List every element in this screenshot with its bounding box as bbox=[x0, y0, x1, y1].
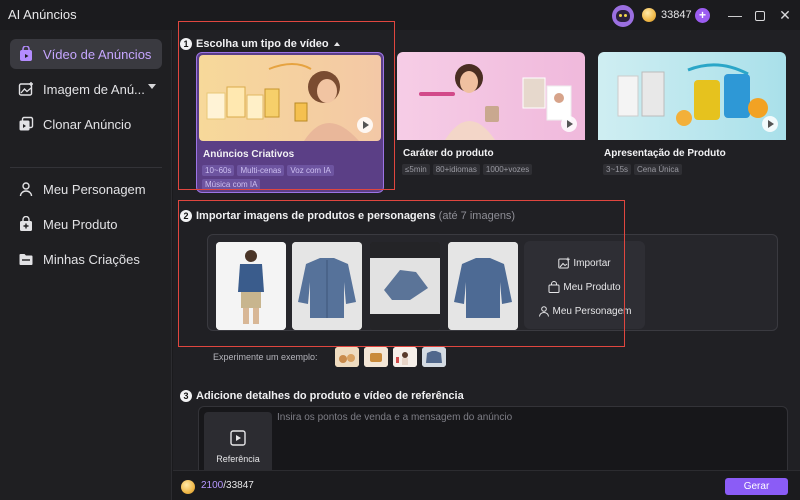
sidebar-item-my-product[interactable]: Meu Produto bbox=[10, 209, 162, 239]
chevron-down-icon[interactable] bbox=[148, 84, 156, 89]
sidebar-item-label: Imagem de Anú... bbox=[43, 81, 145, 97]
step-2-subtitle: (até 7 imagens) bbox=[438, 210, 516, 222]
step-2-title: Importar imagens de produtos e personage… bbox=[196, 210, 515, 222]
video-add-icon bbox=[230, 430, 246, 446]
card-tag: Cena Única bbox=[634, 164, 682, 175]
my-character-button[interactable]: Meu Personagem bbox=[524, 305, 645, 317]
credits-used: 2100 bbox=[201, 480, 224, 491]
card-thumbnail bbox=[598, 52, 786, 140]
sidebar-divider bbox=[10, 167, 162, 168]
card-tag: 1000+vozes bbox=[482, 164, 533, 175]
import-actions-panel: Importar Meu Produto Meu Personagem bbox=[524, 241, 645, 329]
credits-balance: 33847 bbox=[661, 9, 692, 21]
sidebar-item-video-ads[interactable]: Vídeo de Anúncios bbox=[10, 39, 162, 69]
folder-icon bbox=[18, 251, 34, 267]
video-type-card-product-character[interactable]: Caráter do produto ≤5min 80+idiomas 1000… bbox=[397, 52, 585, 193]
example-thumbnail[interactable] bbox=[335, 347, 359, 367]
sidebar-item-label: Vídeo de Anúncios bbox=[43, 46, 152, 62]
card-tag: ≤5min bbox=[402, 164, 430, 175]
title-bar: AI Anúncios 33847 + — ✕ bbox=[0, 0, 800, 30]
coin-icon bbox=[181, 480, 195, 494]
sidebar-item-ad-image[interactable]: Imagem de Anú... bbox=[10, 74, 162, 104]
credits-usage: 2100/33847 bbox=[201, 480, 254, 491]
maximize-button[interactable] bbox=[751, 6, 769, 24]
play-icon[interactable] bbox=[561, 116, 577, 132]
card-thumbnail bbox=[199, 55, 381, 141]
cat-avatar-icon bbox=[616, 10, 630, 22]
sidebar-item-label: Meu Produto bbox=[43, 216, 118, 232]
video-type-card-creative[interactable]: Anúncios Criativos 10~60s Multi-cenas Vo… bbox=[196, 52, 384, 193]
video-type-card-product-presentation[interactable]: Apresentação de Produto 3~15s Cena Única bbox=[598, 52, 786, 193]
examples-label: Experimente um exemplo: bbox=[213, 352, 318, 362]
uploaded-image-jacket-front[interactable] bbox=[292, 242, 362, 330]
step-1-number: 1 bbox=[180, 38, 192, 50]
card-tags: ≤5min 80+idiomas 1000+vozes bbox=[402, 164, 582, 175]
sidebar-item-label: Meu Personagem bbox=[43, 181, 146, 197]
step-1-title[interactable]: Escolha um tipo de vídeo bbox=[196, 38, 340, 50]
credits-total: /33847 bbox=[223, 480, 254, 491]
minimize-button[interactable]: — bbox=[726, 6, 744, 24]
my-product-button[interactable]: Meu Produto bbox=[524, 281, 645, 293]
video-bag-icon bbox=[18, 46, 34, 62]
import-label: Importar bbox=[573, 257, 611, 269]
card-title: Anúncios Criativos bbox=[203, 149, 295, 160]
example-thumbnail[interactable] bbox=[364, 347, 388, 367]
reference-video-button[interactable]: Referência bbox=[204, 412, 272, 474]
card-tags: 3~15s Cena Única bbox=[603, 164, 783, 175]
step-2-number: 2 bbox=[180, 210, 192, 222]
product-bag-icon bbox=[18, 216, 34, 232]
details-input-area[interactable]: Referência Insira os pontos de venda e a… bbox=[198, 406, 788, 476]
my-character-label: Meu Personagem bbox=[552, 305, 632, 317]
play-icon[interactable] bbox=[357, 117, 373, 133]
card-tag: 80+idiomas bbox=[432, 164, 480, 175]
card-title: Caráter do produto bbox=[403, 148, 494, 159]
example-thumbnail[interactable] bbox=[393, 347, 417, 367]
clone-icon bbox=[18, 116, 34, 132]
sidebar-item-clone-ad[interactable]: Clonar Anúncio bbox=[10, 109, 162, 139]
app-title: AI Anúncios bbox=[8, 7, 77, 22]
reference-label: Referência bbox=[216, 454, 260, 464]
coin-icon bbox=[642, 8, 656, 22]
uploaded-image-model[interactable] bbox=[216, 242, 286, 330]
uploaded-image-jacket-folded[interactable] bbox=[370, 242, 440, 330]
step-3-title: Adicione detalhes do produto e vídeo de … bbox=[196, 390, 464, 402]
sidebar: Vídeo de Anúncios Imagem de Anú... Clona… bbox=[0, 30, 172, 500]
bag-icon bbox=[548, 281, 560, 293]
person-icon bbox=[18, 181, 34, 197]
step-3-number: 3 bbox=[180, 390, 192, 402]
person-icon bbox=[538, 306, 549, 317]
import-button[interactable]: Importar bbox=[524, 257, 645, 269]
play-icon[interactable] bbox=[762, 116, 778, 132]
card-thumbnail bbox=[397, 52, 585, 140]
image-add-icon bbox=[18, 81, 34, 97]
selling-points-placeholder: Insira os pontos de venda e a mensagem d… bbox=[277, 412, 513, 423]
step-2-title-text: Importar imagens de produtos e personage… bbox=[196, 210, 436, 222]
maximize-icon bbox=[755, 11, 765, 22]
card-tag: Multi-cenas bbox=[237, 165, 285, 176]
user-avatar[interactable] bbox=[612, 5, 634, 27]
card-title: Apresentação de Produto bbox=[604, 148, 726, 159]
my-product-label: Meu Produto bbox=[563, 281, 621, 293]
collapse-caret-icon bbox=[333, 42, 340, 47]
import-images-panel: Importar Meu Produto Meu Personagem bbox=[207, 234, 778, 331]
card-tag: Música com IA bbox=[202, 179, 261, 190]
step-1-title-text: Escolha um tipo de vídeo bbox=[196, 38, 329, 50]
close-button[interactable]: ✕ bbox=[776, 6, 794, 24]
card-tag: Voz com IA bbox=[287, 165, 334, 176]
image-upload-icon bbox=[558, 257, 571, 269]
card-tag: 3~15s bbox=[603, 164, 632, 175]
bottom-bar: 2100/33847 Gerar bbox=[173, 470, 800, 500]
sidebar-item-label: Minhas Criações bbox=[43, 251, 140, 267]
card-tag: 10~60s bbox=[202, 165, 235, 176]
generate-button[interactable]: Gerar bbox=[725, 478, 788, 495]
main-panel: 1 Escolha um tipo de vídeo Anúncios Cria… bbox=[173, 30, 800, 476]
sidebar-item-my-creations[interactable]: Minhas Criações bbox=[10, 244, 162, 274]
sidebar-item-my-character[interactable]: Meu Personagem bbox=[10, 174, 162, 204]
sidebar-item-label: Clonar Anúncio bbox=[43, 116, 132, 132]
card-tags: 10~60s Multi-cenas Voz com IA Música com… bbox=[202, 165, 382, 190]
example-thumbnail[interactable] bbox=[422, 347, 446, 367]
uploaded-image-jacket-back[interactable] bbox=[448, 242, 518, 330]
add-credits-button[interactable]: + bbox=[695, 8, 710, 23]
